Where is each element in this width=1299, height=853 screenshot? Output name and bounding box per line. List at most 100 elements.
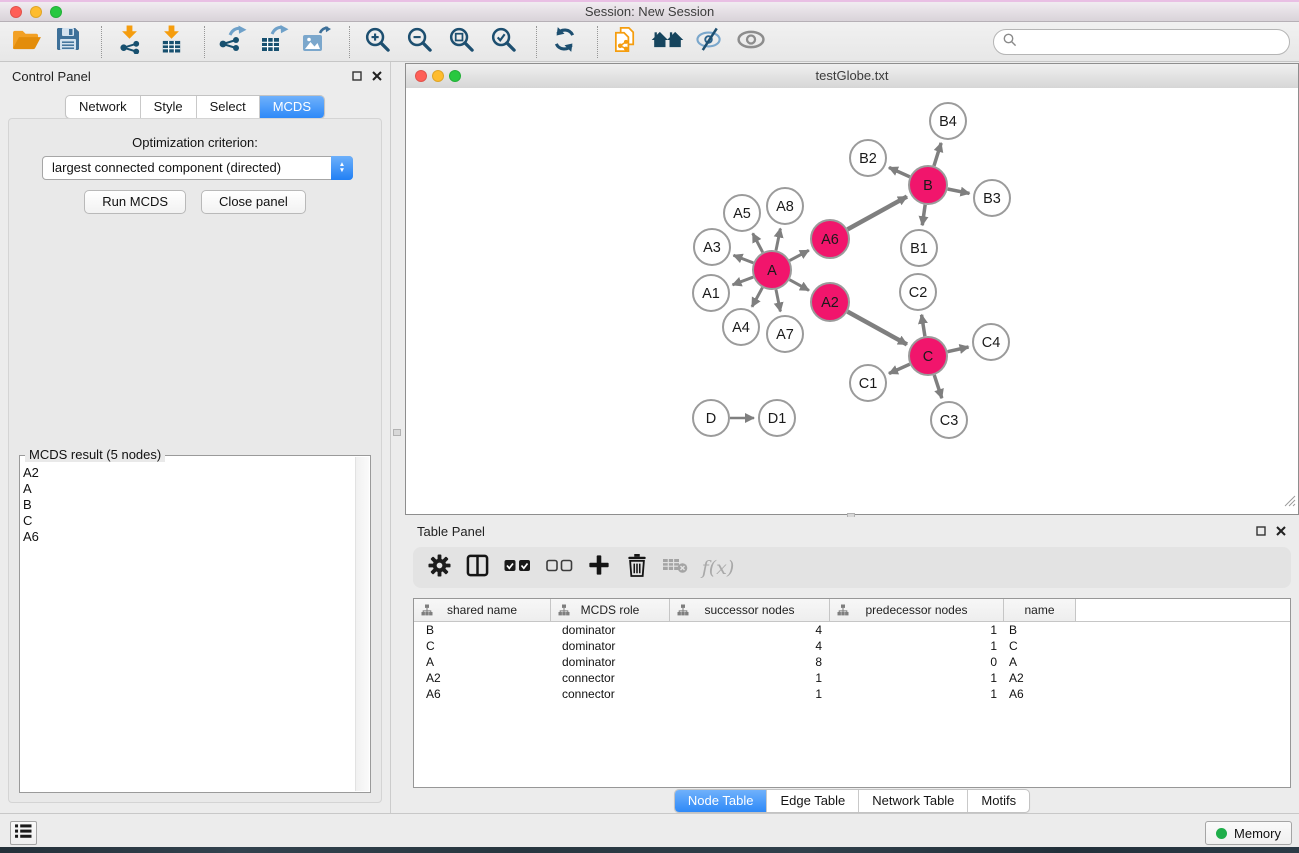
- run-mcds-button[interactable]: Run MCDS: [84, 190, 186, 214]
- column-header-mcds-role[interactable]: MCDS role: [551, 599, 670, 621]
- mcds-result-item[interactable]: C: [23, 513, 354, 529]
- close-panel-icon[interactable]: [372, 71, 382, 83]
- network-maximize-button[interactable]: [449, 70, 461, 82]
- show-graphics-details-button[interactable]: [733, 25, 769, 59]
- refresh-view-button[interactable]: [546, 25, 582, 59]
- table-cell[interactable]: connector: [551, 671, 670, 685]
- table-cell[interactable]: A2: [1004, 671, 1076, 685]
- tab-node-table[interactable]: Node Table: [675, 790, 767, 812]
- node-B[interactable]: B: [909, 166, 947, 204]
- node-A8[interactable]: A8: [767, 188, 803, 224]
- table-row[interactable]: A6connector11A6: [414, 686, 1290, 702]
- node-D[interactable]: D: [693, 400, 729, 436]
- edge-C-C1[interactable]: [889, 364, 910, 373]
- table-cell[interactable]: 1: [670, 687, 830, 701]
- tab-style[interactable]: Style: [140, 96, 196, 118]
- close-panel-icon[interactable]: [1276, 523, 1286, 541]
- node-C2[interactable]: C2: [900, 274, 936, 310]
- export-image-button[interactable]: [298, 25, 334, 59]
- column-header-predecessor-nodes[interactable]: predecessor nodes: [830, 599, 1004, 621]
- table-cell[interactable]: B: [414, 623, 551, 637]
- hide-graphics-details-button[interactable]: [691, 25, 727, 59]
- close-window-button[interactable]: [10, 6, 22, 18]
- node-A[interactable]: A: [753, 251, 791, 289]
- table-cell[interactable]: C: [1004, 639, 1076, 653]
- node-C3[interactable]: C3: [931, 402, 967, 438]
- tab-select[interactable]: Select: [196, 96, 259, 118]
- table-cell[interactable]: dominator: [551, 639, 670, 653]
- mcds-result-item[interactable]: A: [23, 481, 354, 497]
- table-cell[interactable]: 1: [830, 671, 1004, 685]
- edge-A-A6[interactable]: [790, 250, 809, 260]
- network-from-document-button[interactable]: [607, 25, 643, 59]
- table-cell[interactable]: 0: [830, 655, 1004, 669]
- edge-B-B3[interactable]: [948, 189, 970, 193]
- minimize-window-button[interactable]: [30, 6, 42, 18]
- tab-network[interactable]: Network: [66, 96, 140, 118]
- node-A7[interactable]: A7: [767, 316, 803, 352]
- table-cell[interactable]: B: [1004, 623, 1076, 637]
- table-row[interactable]: Cdominator41C: [414, 638, 1290, 654]
- edge-C-C4[interactable]: [948, 347, 969, 352]
- delete-table-button[interactable]: [662, 554, 688, 582]
- table-row[interactable]: Bdominator41B: [414, 622, 1290, 638]
- zoom-out-button[interactable]: [401, 25, 437, 59]
- edge-B-B1[interactable]: [922, 205, 925, 225]
- open-session-button[interactable]: [8, 25, 44, 59]
- tab-edge-table[interactable]: Edge Table: [766, 790, 858, 812]
- table-cell[interactable]: A6: [1004, 687, 1076, 701]
- add-row-button[interactable]: [586, 554, 612, 582]
- table-cell[interactable]: A2: [414, 671, 551, 685]
- mcds-result-item[interactable]: B: [23, 497, 354, 513]
- node-B1[interactable]: B1: [901, 230, 937, 266]
- table-cell[interactable]: connector: [551, 687, 670, 701]
- column-header-shared-name[interactable]: shared name: [414, 599, 551, 621]
- node-C1[interactable]: C1: [850, 365, 886, 401]
- network-canvas[interactable]: AA1A2A3A4A5A6A7A8BB1B2B3B4CC1C2C3C4DD1: [406, 88, 1298, 514]
- mcds-result-scrollbar[interactable]: [355, 457, 369, 791]
- edge-A-A4[interactable]: [752, 288, 762, 307]
- table-row[interactable]: Adominator80A: [414, 654, 1290, 670]
- window-resize-grip[interactable]: [1284, 494, 1296, 512]
- function-builder-button[interactable]: f(x): [700, 554, 736, 582]
- column-header-name[interactable]: name: [1004, 599, 1076, 621]
- node-D1[interactable]: D1: [759, 400, 795, 436]
- save-session-button[interactable]: [50, 25, 86, 59]
- edge-A-A1[interactable]: [733, 277, 754, 285]
- import-network-button[interactable]: [111, 25, 147, 59]
- select-all-button[interactable]: [502, 554, 532, 582]
- zoom-in-button[interactable]: [359, 25, 395, 59]
- table-cell[interactable]: 1: [830, 639, 1004, 653]
- table-cell[interactable]: 1: [830, 687, 1004, 701]
- table-cell[interactable]: 8: [670, 655, 830, 669]
- zoom-selected-button[interactable]: [485, 25, 521, 59]
- search-field[interactable]: [993, 29, 1290, 55]
- node-A6[interactable]: A6: [811, 220, 849, 258]
- node-B4[interactable]: B4: [930, 103, 966, 139]
- node-B2[interactable]: B2: [850, 140, 886, 176]
- table-cell[interactable]: A: [414, 655, 551, 669]
- node-C[interactable]: C: [909, 337, 947, 375]
- zoom-fit-button[interactable]: [443, 25, 479, 59]
- node-A3[interactable]: A3: [694, 229, 730, 265]
- close-panel-button[interactable]: Close panel: [201, 190, 306, 214]
- maximize-window-button[interactable]: [50, 6, 62, 18]
- edge-A-A5[interactable]: [753, 233, 763, 252]
- show-column-button[interactable]: [464, 554, 490, 582]
- network-minimize-button[interactable]: [432, 70, 444, 82]
- edge-C-C2[interactable]: [922, 315, 925, 337]
- tab-motifs[interactable]: Motifs: [967, 790, 1029, 812]
- criterion-dropdown[interactable]: largest connected component (directed) ▲…: [42, 156, 353, 180]
- float-panel-icon[interactable]: [1256, 523, 1266, 541]
- mcds-result-item[interactable]: A6: [23, 529, 354, 545]
- delete-row-button[interactable]: [624, 554, 650, 582]
- edge-C-C3[interactable]: [934, 375, 942, 398]
- table-cell[interactable]: 1: [670, 671, 830, 685]
- node-A5[interactable]: A5: [724, 195, 760, 231]
- export-network-button[interactable]: [214, 25, 250, 59]
- edge-B-B2[interactable]: [889, 167, 910, 176]
- table-cell[interactable]: A: [1004, 655, 1076, 669]
- table-cell[interactable]: C: [414, 639, 551, 653]
- task-history-button[interactable]: [10, 821, 37, 845]
- node-C4[interactable]: C4: [973, 324, 1009, 360]
